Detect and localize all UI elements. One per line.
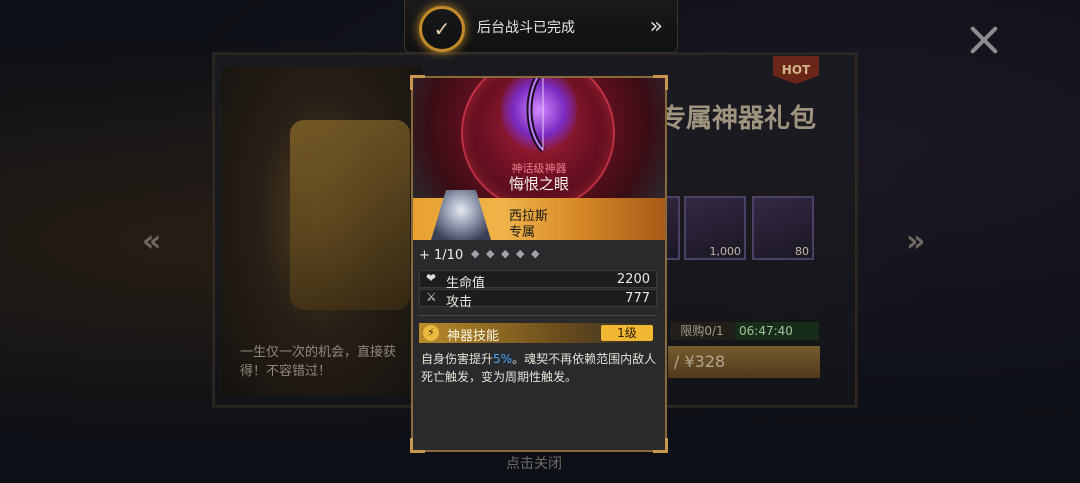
treasure-chest-image (290, 120, 410, 310)
gem-slots: ◆ ◆ ◆ ◆ ◆ (471, 248, 542, 259)
hero-portrait (431, 190, 491, 240)
tap-to-close-hint[interactable]: 点击关闭 (506, 453, 562, 473)
reward-item[interactable]: 1,000 (684, 196, 746, 260)
card-corner (410, 438, 425, 453)
stat-value: 2200 (616, 272, 650, 287)
gift-pack-description: 一生仅一次的机会，直接获得！不容错过！ (240, 345, 397, 379)
lightning-icon: ⚡ (423, 325, 439, 341)
check-icon: ✓ (419, 6, 465, 52)
purchase-limit: 限购0/1 (670, 322, 734, 340)
skill-desc-highlight: 5% (493, 352, 513, 366)
artifact-level: + 1/10 (419, 248, 464, 263)
battle-complete-toast[interactable]: ✓ 后台战斗已完成 » (404, 0, 678, 53)
gem-icon: ◆ (531, 247, 540, 260)
gem-icon: ◆ (501, 247, 510, 260)
toast-message: 后台战斗已完成 (477, 20, 575, 36)
artifact-detail-card: 神话级神器 悔恨之眼 西拉斯 专属 + 1/10 ◆ ◆ ◆ ◆ ◆ ❤ 生命值… (410, 75, 668, 453)
gem-icon: ◆ (471, 247, 480, 260)
exclusive-tag: 专属 (509, 225, 536, 240)
hero-banner: 西拉斯 专属 (413, 190, 665, 240)
stat-row-attack: ⚔ 攻击 777 (419, 289, 657, 310)
buy-button[interactable]: / ¥328 (668, 346, 820, 378)
gift-pack-title: 专属神器礼包 (660, 104, 817, 134)
gem-icon: ◆ (516, 247, 525, 260)
close-icon[interactable] (966, 22, 1002, 58)
skill-title: 神器技能 (447, 329, 500, 344)
reward-item[interactable]: 80 (752, 196, 814, 260)
card-corner (653, 438, 668, 453)
stat-row-hp: ❤ 生命值 2200 (419, 270, 657, 291)
artifact-skill-header: ⚡ 神器技能 1级 (419, 323, 657, 344)
bow-artifact-icon (526, 78, 546, 152)
sword-icon: ⚔ (426, 290, 437, 304)
heart-icon: ❤ (426, 271, 437, 285)
skill-desc-text: 自身伤害提升 (421, 352, 494, 366)
gem-icon: ◆ (486, 247, 495, 260)
stat-value: 777 (625, 291, 650, 306)
item-count: 80 (795, 245, 809, 258)
prev-arrow-icon[interactable]: « (142, 224, 162, 259)
skill-level-badge: 1级 (601, 325, 653, 341)
forward-arrow-icon[interactable]: » (650, 14, 663, 39)
countdown-timer: 06:47:40 (735, 322, 819, 340)
divider (419, 315, 657, 316)
next-arrow-icon[interactable]: » (906, 224, 926, 259)
item-count: 1,000 (709, 245, 742, 258)
stat-label: 攻击 (446, 295, 473, 310)
artifact-showcase: 神话级神器 悔恨之眼 (413, 78, 665, 198)
skill-description: 自身伤害提升5%。魂契不再依赖范围内敌人死亡触发，变为周期性触发。 (421, 350, 661, 386)
